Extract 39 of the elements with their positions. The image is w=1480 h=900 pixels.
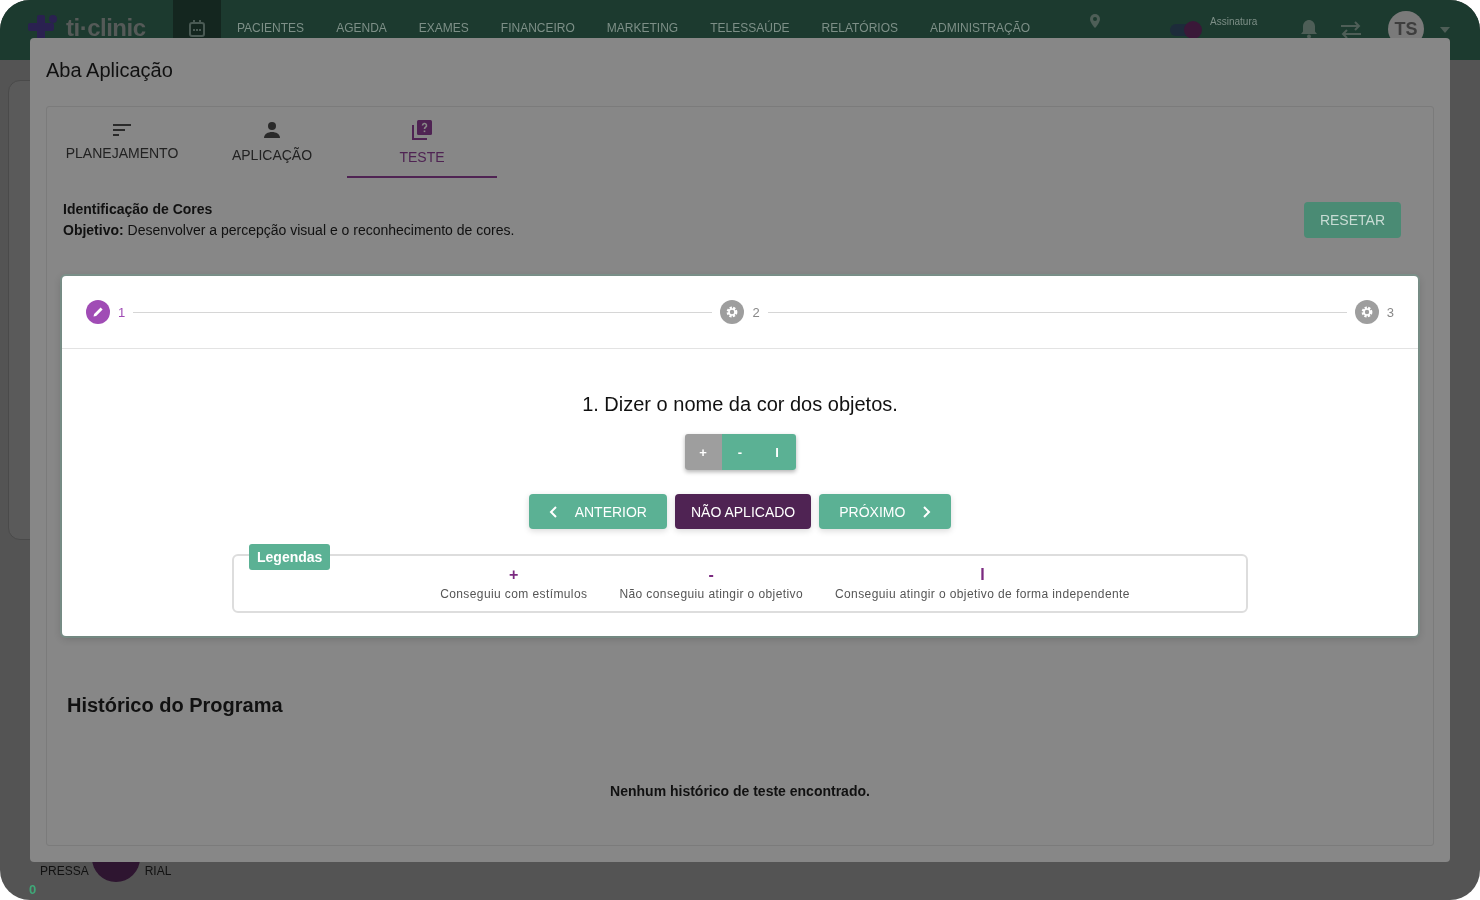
score-option[interactable]: + xyxy=(684,434,722,470)
modal-title: Aba Aplicação xyxy=(46,58,173,82)
legend-symbol: I xyxy=(980,566,985,583)
legend-text: Não conseguiu atingir o objetivo xyxy=(619,587,803,601)
nav-link[interactable]: MARKETING xyxy=(606,0,679,36)
nav-link[interactable]: EXAMES xyxy=(418,0,469,36)
tab[interactable]: APLICAÇÃO xyxy=(197,107,347,178)
history-title: Histórico do Programa xyxy=(67,694,283,717)
stepper-step[interactable]: 2 xyxy=(720,300,760,324)
legend-symbol: + xyxy=(509,566,519,583)
empty-history-message: Nenhum histórico de teste encontrado. xyxy=(610,783,870,799)
not-applied-button[interactable]: NÃO APLICADO xyxy=(674,494,812,529)
score-option[interactable]: I xyxy=(758,434,796,470)
tab[interactable]: PLANEJAMENTO xyxy=(47,107,197,178)
legend-title: Legendas xyxy=(249,544,331,570)
stepper-step[interactable]: 1 xyxy=(86,300,126,324)
legend-text: Conseguiu com estímulos xyxy=(440,587,588,601)
tab[interactable]: TESTE xyxy=(347,107,497,178)
signature-label: Assinatura xyxy=(1210,15,1259,28)
reset-button[interactable]: RESETAR xyxy=(1303,202,1401,238)
program-name: Identificação de Cores xyxy=(63,201,213,217)
nav-link[interactable]: TELESSAÚDE xyxy=(710,0,790,36)
logo-text: ti·clinic xyxy=(66,14,146,42)
next-button[interactable]: PRÓXIMO xyxy=(819,494,952,529)
footer-count: 0 xyxy=(29,882,37,897)
nav-link[interactable]: AGENDA xyxy=(336,0,387,36)
footer-label: PRESSA xyxy=(40,864,89,878)
score-option[interactable]: - xyxy=(721,434,759,470)
previous-button[interactable]: ANTERIOR xyxy=(528,494,667,529)
nav-link[interactable]: PACIENTES xyxy=(237,0,305,36)
question-text: 1. Dizer o nome da cor dos objetos. xyxy=(582,393,898,416)
footer-label: RIAL xyxy=(144,864,172,878)
legend-symbol: - xyxy=(708,566,714,583)
nav-link[interactable]: FINANCEIRO xyxy=(500,0,575,36)
legend-text: Conseguiu atingir o objetivo de forma independente xyxy=(835,587,1130,601)
nav-link[interactable]: ADMINISTRAÇÃO xyxy=(930,0,1031,36)
program-objective: Objetivo: Desenvolver a percepção visual e o reconhecimento de cores. xyxy=(63,222,515,238)
nav-link[interactable]: RELATÓRIOS xyxy=(821,0,898,36)
stepper-step[interactable]: 3 xyxy=(1354,300,1394,324)
